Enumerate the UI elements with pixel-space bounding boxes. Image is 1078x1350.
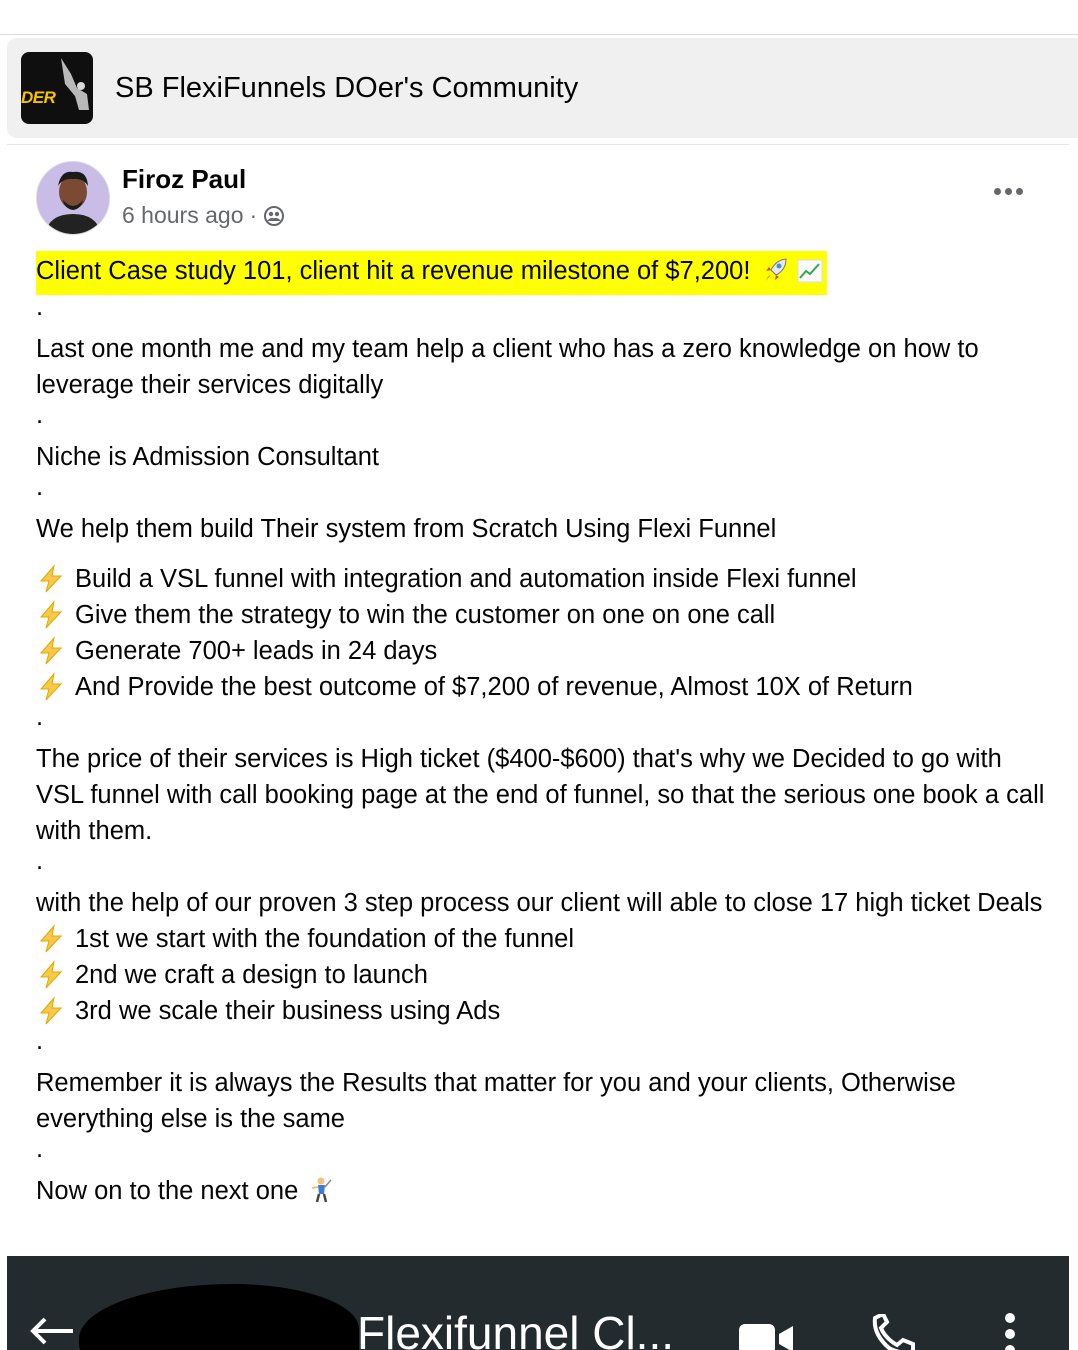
paragraph: with the help of our proven 3 step proce… [36,889,1043,917]
high-voltage-icon [39,672,63,701]
meta-separator: · [249,202,258,228]
high-voltage-icon [39,636,63,665]
list-item-text: And Provide the best outcome of $7,200 o… [75,673,913,701]
kebab-menu-icon[interactable] [1002,1312,1018,1350]
list-item-text: 2nd we craft a design to launch [75,961,428,989]
paragraph: Now on to the next one [36,1173,1046,1209]
separator-dot: . [36,401,44,429]
paragraph: We help them build Their system from Scr… [36,515,777,543]
post-time[interactable]: 6 hours ago [122,202,243,229]
list-item: And Provide the best outcome of $7,200 o… [36,669,1046,705]
paragraph: Remember it is always the Results that m… [36,1069,956,1133]
separator-dot: . [36,293,44,321]
video-camera-icon[interactable] [737,1322,797,1350]
post-meta: 6 hours ago · [122,202,285,229]
avatar[interactable] [36,161,110,235]
redacted-blob [79,1284,359,1350]
group-name[interactable]: SB FlexiFunnels DOer's Community [115,72,578,105]
list-item-text: 1st we start with the foundation of the … [75,925,574,953]
high-voltage-icon [39,564,63,593]
list-item-text: Give them the strategy to win the custom… [75,601,776,629]
high-voltage-icon [39,996,63,1025]
more-options-icon[interactable] [989,179,1027,203]
separator-dot: . [36,703,44,731]
post-body: Client Case study 101, client hit a reve… [36,249,1046,1209]
list-item: Generate 700+ leads in 24 days [36,633,1046,669]
attachment-title: Flexifunnel Cl... [357,1307,675,1350]
list-item-text: Generate 700+ leads in 24 days [75,637,438,665]
paragraph: Last one month me and my team help a cli… [36,335,979,399]
group-header[interactable]: DER SB FlexiFunnels DOer's Community [7,38,1078,138]
avatar-photo [37,162,109,234]
high-voltage-icon [39,960,63,989]
list-item-text: 3rd we scale their business using Ads [75,997,501,1025]
high-voltage-icon [39,924,63,953]
post-card: Firoz Paul 6 hours ago · Client Case stu… [7,144,1069,1257]
phone-icon[interactable] [869,1314,919,1350]
separator-dot: . [36,473,44,501]
person-golfing-icon [312,1177,332,1203]
paragraph-text: Now on to the next one [36,1177,299,1205]
figure-icon [61,58,89,110]
list-item: 1st we start with the foundation of the … [36,921,1046,957]
headline-text: Client Case study 101, client hit a reve… [36,257,751,285]
rocket-icon [765,258,787,281]
separator-dot: . [36,1135,44,1163]
group-logo-text: DER [21,88,56,107]
author-name[interactable]: Firoz Paul [122,164,246,195]
highlighted-headline: Client Case study 101, client hit a reve… [36,251,827,295]
list-item: 3rd we scale their business using Ads [36,993,1046,1029]
separator-dot: . [36,847,44,875]
attachment-image[interactable]: Flexifunnel Cl... [7,1256,1069,1350]
group-logo[interactable]: DER [21,52,93,124]
high-voltage-icon [39,600,63,629]
paragraph: Niche is Admission Consultant [36,443,379,471]
list-item-text: Build a VSL funnel with integration and … [75,565,857,593]
list-item: Build a VSL funnel with integration and … [36,561,1046,597]
group-icon[interactable] [263,205,285,227]
list-item: 2nd we craft a design to launch [36,957,1046,993]
chart-increasing-icon [797,259,823,283]
separator-dot: . [36,1027,44,1055]
back-arrow-icon[interactable] [29,1316,75,1346]
list-item: Give them the strategy to win the custom… [36,597,1046,633]
browser-top-bar [0,0,1078,35]
paragraph: The price of their services is High tick… [36,745,1045,845]
